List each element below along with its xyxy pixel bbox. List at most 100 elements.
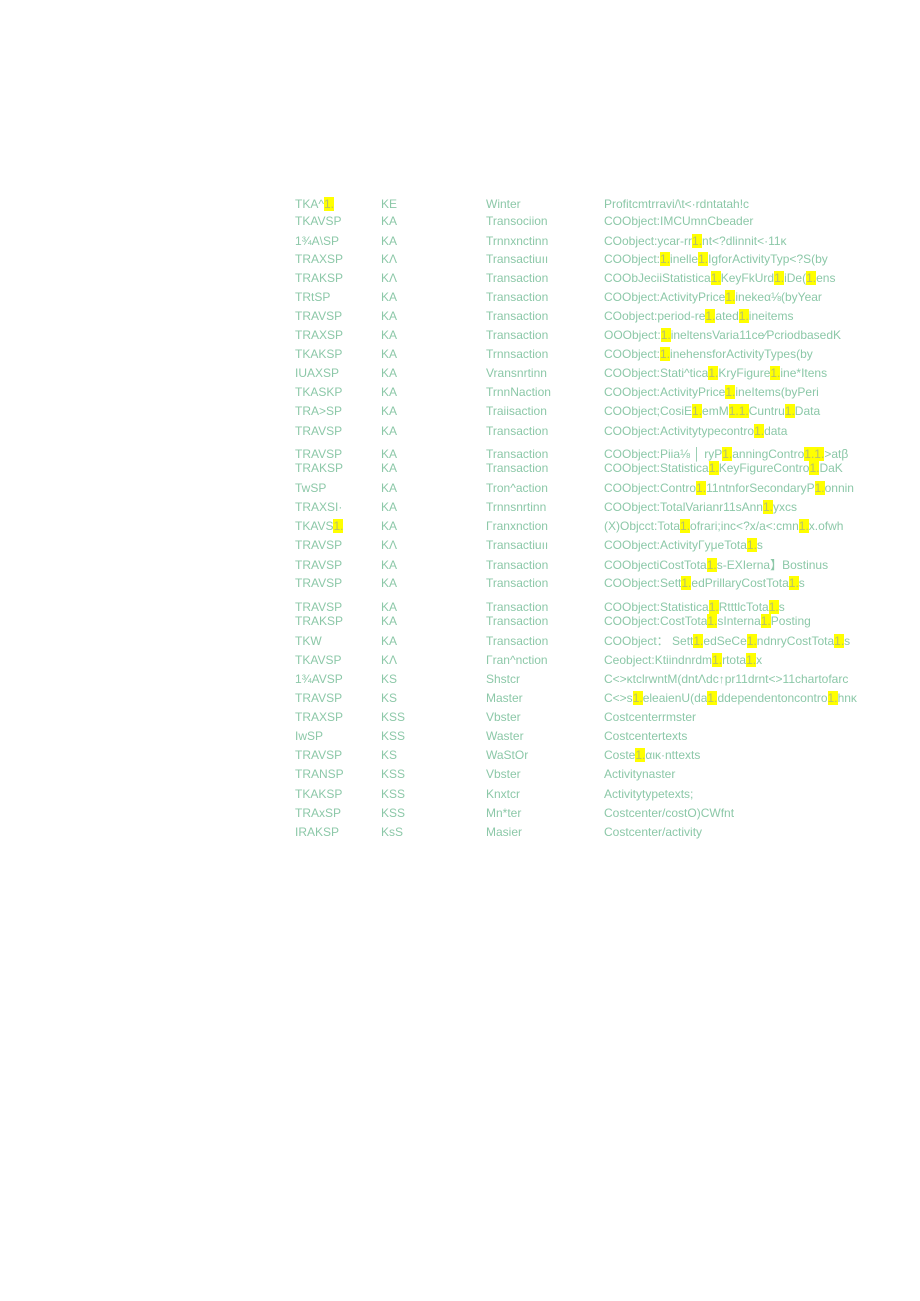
row-category: Γranxnction	[486, 519, 548, 533]
row-code: 1¾AVSP	[295, 672, 343, 686]
row-description: Costcenter/costO)CWfnt	[604, 806, 735, 820]
row-category: Γran^nction	[486, 653, 548, 667]
row-category: Trnnsaction	[486, 347, 549, 361]
highlight-mark: 1.	[692, 234, 703, 248]
table-row: TRAXSP KA Transaction OOObject:1.ineltensVa…	[0, 327, 920, 343]
table-row: TKA^1. KE Winter Profitcmtrravi/\t<·rdntata…	[0, 196, 920, 212]
highlight-mark: 1.	[806, 271, 817, 285]
table-row: 1¾A\SP KA Trnnxnctinn COobject:ycar-rr1.nt<…	[0, 233, 920, 249]
row-type: KA	[381, 558, 398, 572]
table-row: TRAVSP KA Transaction COObject:Activitytype…	[0, 423, 920, 439]
row-code: IUAXSP	[295, 366, 340, 380]
row-type: KA	[381, 214, 398, 228]
row-type: KΛ	[381, 538, 398, 552]
highlight-mark: 1.	[809, 461, 820, 475]
highlight-mark: 1.	[738, 404, 749, 418]
row-description: OOObject:1.ineltensVaria11ce⁄Pcriodbased…	[604, 328, 842, 342]
row-description: COObjectiCostTota1.s-EXIerna】Bostinus	[604, 558, 829, 572]
highlight-mark: 1.	[784, 404, 795, 418]
row-type: KSS	[381, 729, 406, 743]
row-code: TwSP	[295, 481, 327, 495]
row-category: Knxtcr	[486, 787, 521, 801]
highlight-mark: 1.	[768, 600, 779, 614]
highlight-mark: 1.	[722, 447, 733, 461]
highlight-mark: 1.	[710, 271, 721, 285]
row-category: Trnnsnrtinn	[486, 500, 547, 514]
table-row: TKASKP KA TrnnNaction COObject:ActivityPric…	[0, 384, 920, 400]
row-description: COObject;CosiE1.emM1.1.Cuntru1.Data	[604, 404, 821, 418]
highlight-mark: 1.	[707, 691, 718, 705]
row-category: Transaction	[486, 309, 549, 323]
row-description: C<>κtclrwntM(dntΛdc↑pr11drnt<>11chartofa…	[604, 672, 849, 686]
highlight-mark: 1.	[712, 653, 723, 667]
highlight-mark: 1.	[708, 366, 719, 380]
table-row: TRAVSP KA Transaction COObjectiCostTota1.s-…	[0, 557, 920, 573]
row-description: (X)Objcct:Tota1.ofrari;inc<?x/a<:cmn1.x.…	[604, 519, 844, 533]
row-description: COObject:Stati^tica1.KryFigure1.ine*Iten…	[604, 366, 828, 380]
highlight-mark: 1.	[725, 290, 736, 304]
row-description: Costcenterrmster	[604, 710, 697, 724]
table-row: 1¾AVSP KS Shstcr C<>κtclrwntM(dntΛdc↑pr11dr…	[0, 671, 920, 687]
row-code: TRAVSP	[295, 424, 343, 438]
row-category: Transaction	[486, 328, 549, 342]
row-category: Shstcr	[486, 672, 521, 686]
row-description: Coste1.αικ·nttexts	[604, 748, 701, 762]
row-category: Masier	[486, 825, 523, 839]
row-description: COObject:CostTota1.sInterna1.Posting	[604, 614, 811, 628]
row-category: Transaction	[486, 558, 549, 572]
highlight-mark: 1.	[708, 600, 719, 614]
row-code: TRAVSP	[295, 691, 343, 705]
row-code: TRAKSP	[295, 461, 344, 475]
table-row: TRtSP KA Transaction COObject:ActivityPrice…	[0, 289, 920, 305]
row-category: WaStOr	[486, 748, 529, 762]
highlight-mark: 1.	[333, 519, 344, 533]
highlight-mark: 1.	[708, 461, 719, 475]
highlight-mark: 1.	[804, 447, 815, 461]
row-type: KA	[381, 385, 398, 399]
row-category: Transaction	[486, 614, 549, 628]
row-code: TRAVSP	[295, 538, 343, 552]
highlight-mark: 1.	[814, 447, 825, 461]
table-row: TKAKSP KA Trnnsaction COObject:1.inehensfor…	[0, 346, 920, 362]
highlight-mark: 1.	[738, 309, 749, 323]
table-row: TRAVSP KΛ Transactiuıı COObject:ActivityΓyμ…	[0, 537, 920, 553]
row-code: TKASKP	[295, 385, 343, 399]
highlight-mark: 1.	[696, 481, 707, 495]
table-row: TwSP KA Tron^action COObject:Contro1.11ntnf…	[0, 480, 920, 496]
row-type: KA	[381, 234, 398, 248]
row-code: TKAVSP	[295, 653, 342, 667]
highlight-mark: 1.	[770, 366, 781, 380]
row-category: Transaction	[486, 290, 549, 304]
row-code: TKAKSP	[295, 347, 343, 361]
row-code: TRtSP	[295, 290, 331, 304]
row-code: TRAXSI·	[295, 500, 343, 514]
row-description: COObJeciiStatistica1.KeyFkUrd1.iDe(1.ens	[604, 271, 836, 285]
row-description: COobject:ycar-rr1.nt<?dlinnit<·11κ	[604, 234, 787, 248]
row-code: IwSP	[295, 729, 324, 743]
row-description: COObject:1.inelle1.IgforActivityTyp<?S(b…	[604, 252, 828, 266]
row-code: TRAXSP	[295, 252, 344, 266]
table-row: TRANSP KSS Vbster Activitynaster	[0, 766, 920, 782]
highlight-mark: 1.	[827, 691, 838, 705]
row-type: KSS	[381, 767, 406, 781]
row-category: Winter	[486, 197, 521, 211]
row-type: KA	[381, 500, 398, 514]
highlight-mark: 1.	[705, 309, 716, 323]
row-category: Transactiuıı	[486, 538, 549, 552]
row-description: COObject:IMCUmnCbeader	[604, 214, 754, 228]
row-type: KA	[381, 309, 398, 323]
row-category: Transaction	[486, 271, 549, 285]
row-type: KΛ	[381, 271, 398, 285]
row-category: Transociion	[486, 214, 548, 228]
row-type: KA	[381, 424, 398, 438]
row-description: Costcentertexts	[604, 729, 688, 743]
row-category: Master	[486, 691, 523, 705]
table-row: TRAXSI· KA Trnnsnrtinn COObject:TotalVarian…	[0, 499, 920, 515]
row-type: KS	[381, 672, 398, 686]
table-row: TKAVSP KA Transociion COObject:IMCUmnCbeade…	[0, 213, 920, 229]
row-code: TRAVSP	[295, 558, 343, 572]
table-row: TRAKSP KΛ Transaction COObJeciiStatistica1.…	[0, 270, 920, 286]
row-type: KSS	[381, 710, 406, 724]
row-type: KA	[381, 576, 398, 590]
table-row: TRAVSP KA Transaction COobject:period-re1.a…	[0, 308, 920, 324]
